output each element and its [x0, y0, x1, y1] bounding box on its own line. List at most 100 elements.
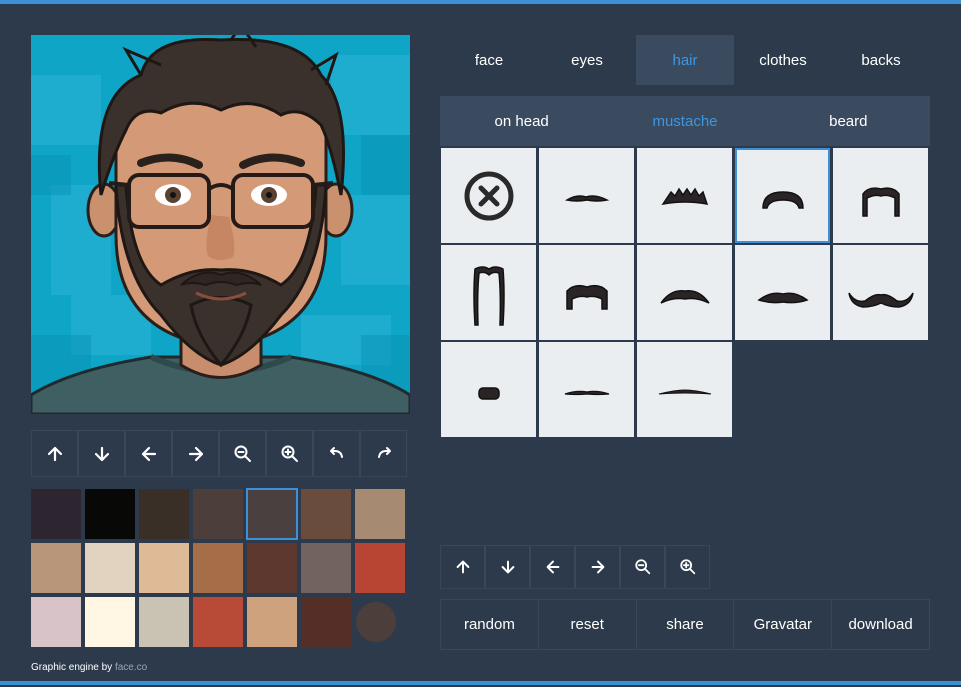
color-swatch[interactable]	[193, 597, 243, 647]
zoom-in-icon	[281, 445, 298, 462]
subtab-beard[interactable]: beard	[767, 96, 930, 146]
zoom-out-button[interactable]	[219, 430, 266, 477]
color-swatch[interactable]	[139, 543, 189, 593]
mustache-option[interactable]	[539, 245, 634, 340]
mustache-option[interactable]	[637, 148, 732, 243]
color-swatch[interactable]	[301, 597, 351, 647]
mustache-option[interactable]	[637, 342, 732, 437]
undo-icon	[329, 446, 343, 458]
credit-link[interactable]: face.co	[115, 662, 147, 673]
credit-line: Graphic engine by face.co	[31, 662, 147, 673]
color-swatch[interactable]	[246, 488, 298, 540]
mustache-wide-arched-icon	[659, 289, 710, 304]
none-icon	[464, 171, 513, 220]
redo-icon	[377, 446, 391, 458]
arrow-right-icon	[188, 446, 203, 461]
avatar-illustration	[31, 35, 410, 414]
tab-backs[interactable]: backs	[832, 35, 930, 85]
color-swatch[interactable]	[193, 543, 243, 593]
mustache-option[interactable]	[637, 245, 732, 340]
category-tabs: face eyes hair clothes backs	[440, 35, 930, 85]
arrow-left-icon	[546, 560, 559, 574]
preview-toolbar	[31, 430, 407, 477]
tab-hair[interactable]: hair	[636, 35, 734, 85]
share-button[interactable]: share	[637, 600, 735, 649]
arrow-up-icon	[456, 560, 469, 574]
mustache-pencil-icon	[564, 390, 609, 395]
color-swatch[interactable]	[31, 489, 81, 539]
mustache-long-horseshoe-icon	[472, 265, 505, 326]
mustache-option[interactable]	[441, 245, 536, 340]
mustache-option[interactable]	[441, 342, 536, 437]
zoom-in-icon	[679, 559, 695, 575]
mustache-toothbrush-icon	[477, 386, 500, 400]
arrow-right-icon	[591, 560, 604, 574]
mustache-thin-icon	[564, 194, 609, 202]
move-left-button[interactable]	[125, 430, 172, 477]
color-swatch[interactable]	[355, 489, 405, 539]
arrow-up-icon	[47, 446, 62, 461]
item-move-up-button[interactable]	[440, 545, 485, 589]
color-palette	[31, 488, 409, 651]
mustache-option[interactable]	[441, 148, 536, 243]
mustache-option[interactable]	[735, 245, 830, 340]
tab-face[interactable]: face	[440, 35, 538, 85]
mustache-thick-icon	[565, 284, 608, 310]
undo-button[interactable]	[313, 430, 360, 477]
action-bar: random reset share Gravatar download	[440, 599, 930, 650]
item-move-left-button[interactable]	[530, 545, 575, 589]
gravatar-button[interactable]: Gravatar	[734, 600, 833, 649]
arrow-down-icon	[94, 446, 109, 461]
move-down-button[interactable]	[78, 430, 125, 477]
tab-eyes[interactable]: eyes	[538, 35, 636, 85]
mustache-option[interactable]	[539, 148, 634, 243]
color-swatch[interactable]	[31, 543, 81, 593]
mustache-jagged-icon	[660, 187, 708, 205]
redo-button[interactable]	[360, 430, 407, 477]
zoom-out-icon	[634, 559, 650, 575]
color-swatch[interactable]	[85, 597, 135, 647]
credit-text: Graphic engine by	[31, 662, 115, 673]
color-swatch[interactable]	[301, 489, 351, 539]
color-swatch[interactable]	[193, 489, 243, 539]
subtab-mustache[interactable]: mustache	[603, 96, 766, 146]
tab-clothes[interactable]: clothes	[734, 35, 832, 85]
color-swatch[interactable]	[139, 489, 189, 539]
arrow-down-icon	[501, 560, 514, 574]
color-swatch[interactable]	[85, 489, 135, 539]
color-swatch[interactable]	[85, 543, 135, 593]
mustache-handlebar-icon	[847, 292, 914, 308]
mustache-horseshoe-icon	[861, 186, 900, 217]
color-swatch[interactable]	[31, 597, 81, 647]
item-zoom-out-button[interactable]	[620, 545, 665, 589]
mustache-option[interactable]	[735, 148, 830, 243]
move-right-button[interactable]	[172, 430, 219, 477]
mustache-option[interactable]	[833, 148, 928, 243]
subtab-on-head[interactable]: on head	[440, 96, 603, 146]
color-swatch[interactable]	[301, 543, 351, 593]
arrow-left-icon	[141, 446, 156, 461]
avatar-preview	[31, 35, 410, 414]
item-toolbar	[440, 545, 710, 589]
item-move-down-button[interactable]	[485, 545, 530, 589]
zoom-in-button[interactable]	[266, 430, 313, 477]
mustache-option[interactable]	[539, 342, 634, 437]
item-zoom-in-button[interactable]	[665, 545, 710, 589]
zoom-out-icon	[234, 445, 251, 462]
color-swatch[interactable]	[139, 597, 189, 647]
color-swatch[interactable]	[247, 597, 297, 647]
custom-color-picker[interactable]	[356, 602, 396, 642]
random-button[interactable]: random	[441, 600, 539, 649]
download-button[interactable]: download	[832, 600, 929, 649]
mustache-slim-icon	[756, 292, 809, 303]
bottom-accent-line	[0, 681, 961, 685]
color-swatch[interactable]	[355, 543, 405, 593]
item-move-right-button[interactable]	[575, 545, 620, 589]
move-up-button[interactable]	[31, 430, 78, 477]
color-swatch[interactable]	[247, 543, 297, 593]
mustache-option[interactable]	[833, 245, 928, 340]
reset-button[interactable]: reset	[539, 600, 637, 649]
top-accent-line	[0, 0, 961, 4]
hair-subtabs: on head mustache beard	[440, 96, 930, 146]
mustache-hairline-icon	[658, 388, 711, 394]
